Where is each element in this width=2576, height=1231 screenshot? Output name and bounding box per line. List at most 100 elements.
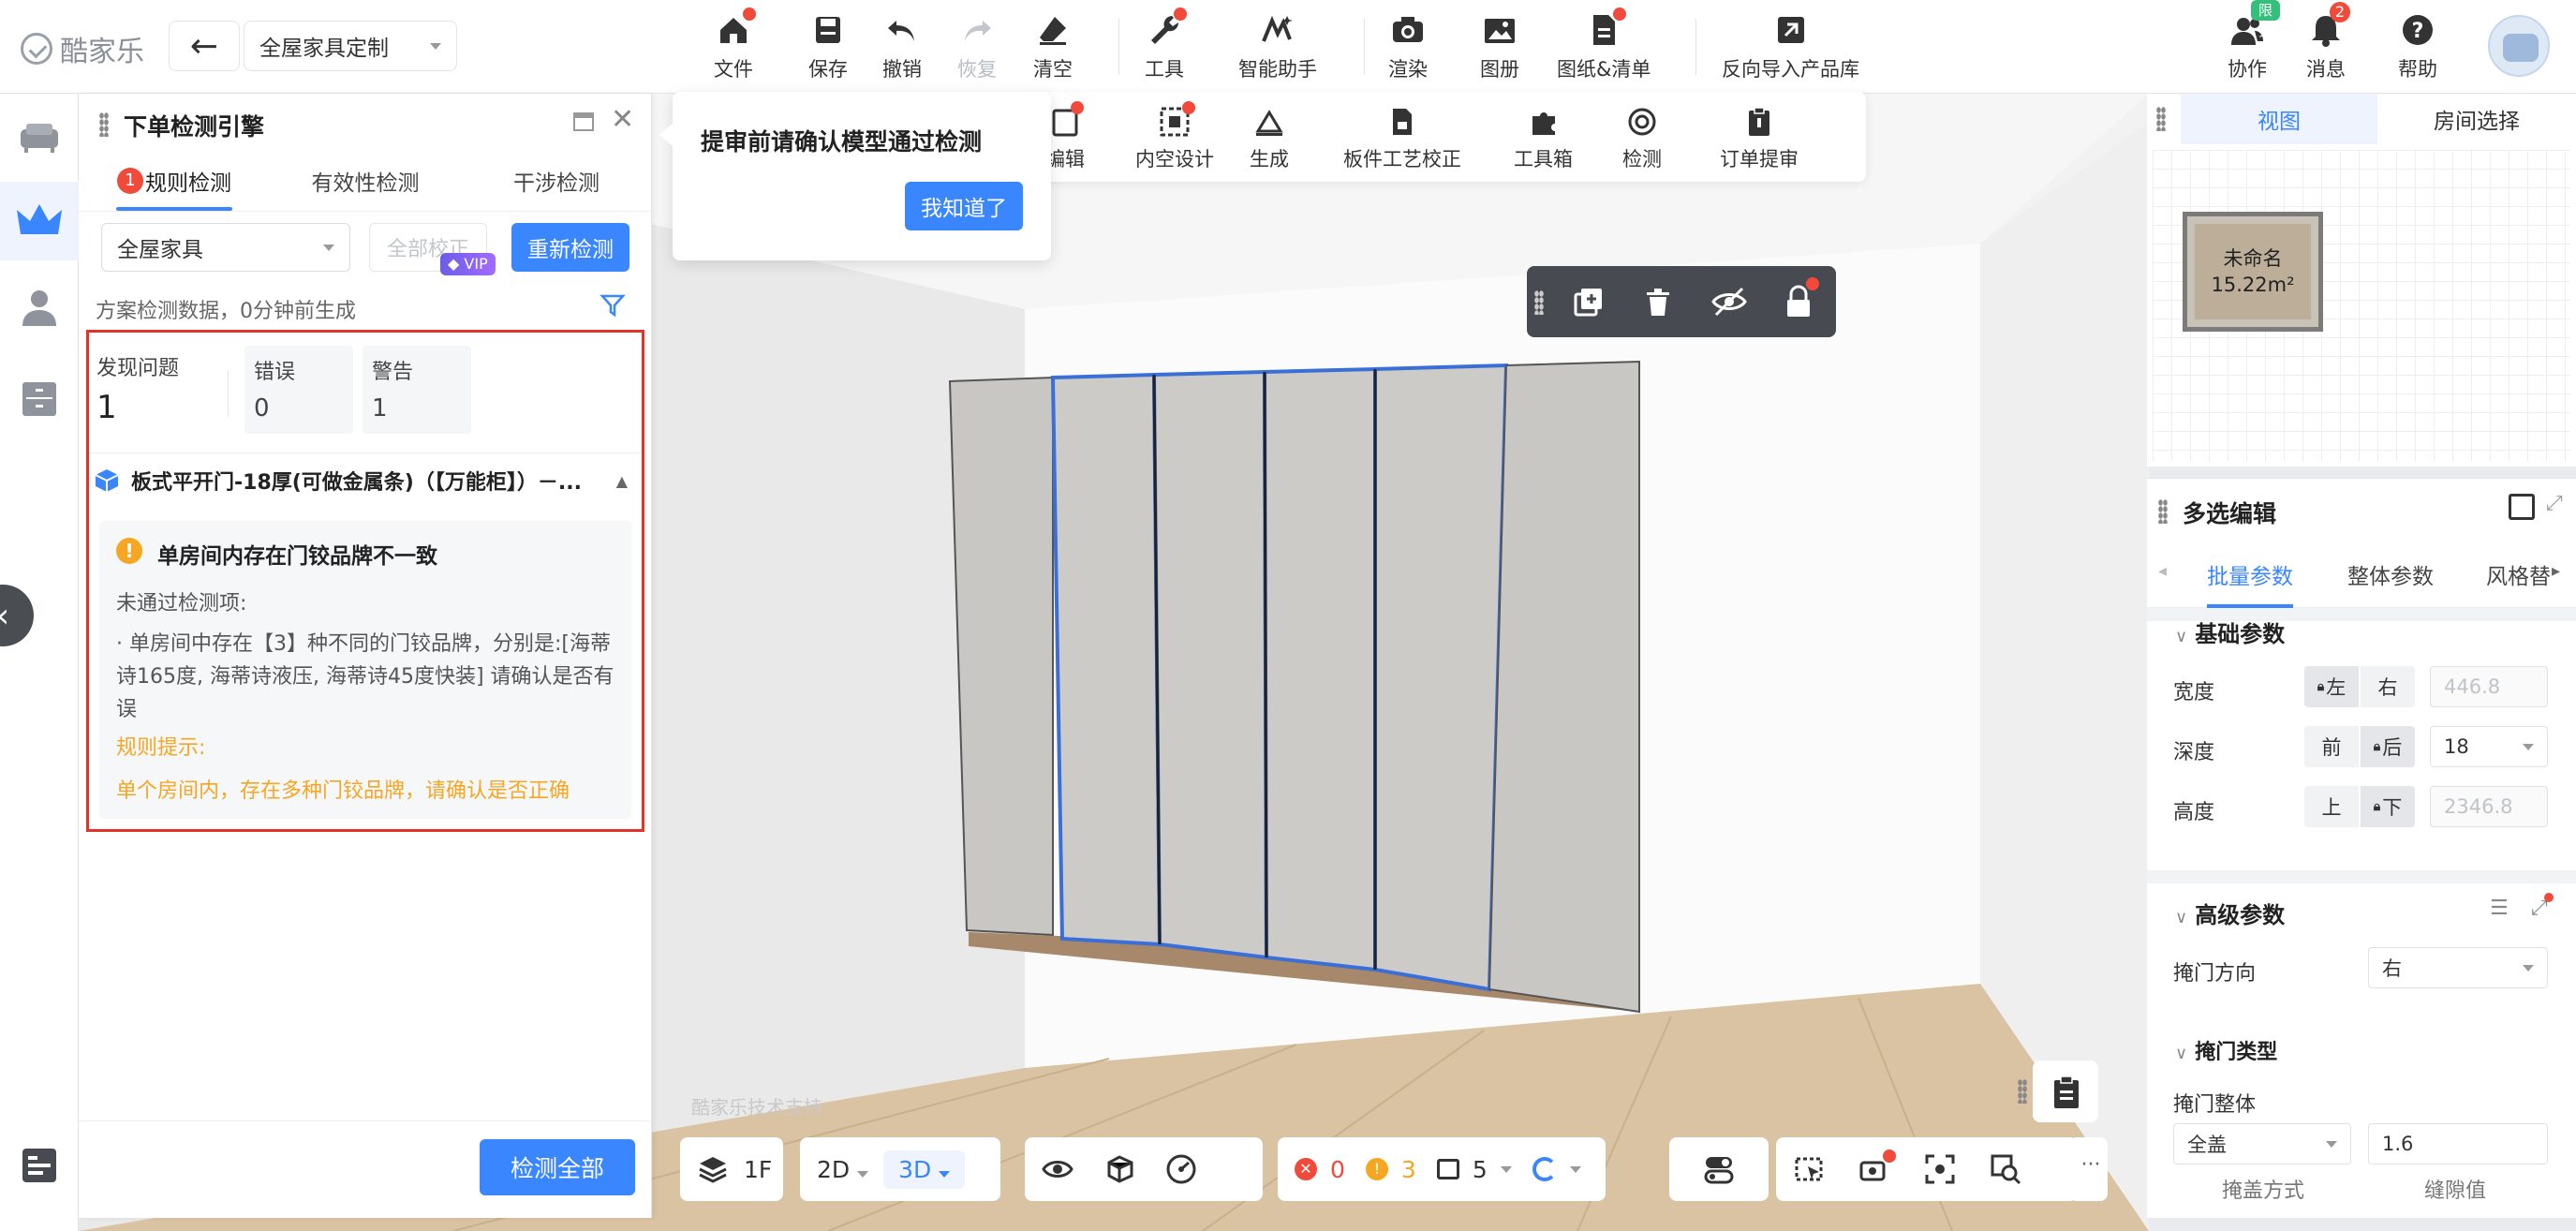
tab-view[interactable]: 视图 — [2181, 94, 2377, 144]
height-anchor-toggle[interactable]: 上 🔒︎ 下 — [2304, 786, 2415, 827]
height-value: 2346.8 — [2444, 795, 2513, 818]
door-direction-select[interactable]: 右 — [2368, 947, 2548, 988]
depth-select[interactable]: 18 — [2430, 726, 2548, 767]
mode-3d-button[interactable]: 3D — [883, 1149, 966, 1189]
app-logo[interactable]: 酷家乐 — [21, 28, 144, 69]
speed-gauge-icon[interactable] — [1165, 1153, 1197, 1185]
back-button[interactable]: ← — [169, 21, 240, 71]
width-right-option[interactable]: 右 — [2361, 666, 2415, 707]
tab-whole-params[interactable]: 整体参数 — [2347, 541, 2434, 608]
undo-button[interactable]: 撤销 — [882, 11, 922, 82]
tab-rule-check[interactable]: 1 规则检测 — [79, 150, 270, 211]
close-icon[interactable]: ✕ — [611, 103, 634, 136]
drag-handle-icon[interactable] — [2018, 1079, 2027, 1104]
file-button[interactable]: 文件 — [714, 7, 756, 82]
detect-button[interactable]: 检测 — [1622, 105, 1662, 172]
user-avatar[interactable] — [2488, 15, 2550, 77]
collaborate-button[interactable]: 限免 协作 — [2228, 0, 2281, 82]
issue-counters[interactable]: ✕ 0 ! 3 5 — [1278, 1137, 1606, 1201]
room-block[interactable]: 未命名 15.22m² — [2183, 212, 2323, 332]
copy-icon[interactable] — [1572, 285, 1606, 322]
depth-back-option[interactable]: 🔒︎ 后 — [2361, 726, 2415, 767]
drag-handle-icon[interactable] — [2158, 499, 2168, 524]
error-stat-card[interactable]: 错误 0 — [244, 346, 353, 434]
trash-icon[interactable] — [1641, 285, 1675, 322]
camera-settings-icon[interactable] — [1858, 1149, 1896, 1185]
rule-issue-badge: 1 — [117, 167, 143, 194]
checked-item-row[interactable]: 板式平开门-18厚(可做金属条)（【万能柜】）－... ▲ — [94, 457, 628, 504]
toggle-settings-button[interactable] — [1669, 1137, 1769, 1201]
cube-view-icon[interactable] — [1103, 1153, 1135, 1185]
save-button[interactable]: 保存 — [808, 11, 848, 82]
home-icon — [715, 7, 756, 49]
got-it-button[interactable]: 我知道了 — [905, 182, 1023, 230]
zoom-in-icon[interactable] — [1990, 1153, 2021, 1185]
tab-batch-params[interactable]: 批量参数 — [2207, 541, 2293, 608]
eye-icon[interactable] — [1042, 1153, 1073, 1185]
height-down-option[interactable]: 🔒︎ 下 — [2361, 786, 2415, 827]
generate-button[interactable]: 生成 — [1250, 105, 1289, 172]
tab-scroll-left-icon[interactable]: ◂ — [2158, 561, 2167, 581]
tools-button[interactable]: 工具 — [1145, 7, 1187, 82]
clear-button[interactable]: 清空 — [1033, 11, 1073, 82]
drawings-list-button[interactable]: 图纸&清单 — [1557, 7, 1651, 82]
warning-stat-card[interactable]: 警告 1 — [363, 346, 471, 434]
cover-mode-select[interactable]: 全盖 — [2173, 1123, 2351, 1164]
redo-button[interactable]: 恢复 — [957, 11, 997, 82]
drag-handle-icon[interactable] — [1534, 290, 1544, 315]
depth-anchor-toggle[interactable]: 前 🔒︎ 后 — [2304, 726, 2415, 767]
drag-handle-icon[interactable] — [2156, 107, 2166, 131]
width-input[interactable]: 446.8 — [2430, 666, 2548, 707]
person-icon[interactable] — [17, 285, 62, 330]
scheme-select[interactable]: 全屋家具定制 — [244, 21, 457, 71]
lock-icon[interactable] — [1782, 277, 1819, 324]
hide-icon[interactable] — [1710, 285, 1748, 322]
toolbox-button[interactable]: 工具箱 — [1514, 105, 1573, 172]
focus-icon[interactable] — [1924, 1153, 1956, 1185]
messages-button[interactable]: 2 消息 — [2306, 2, 2350, 82]
tab-scroll-right-icon[interactable]: ▸ — [2552, 561, 2560, 581]
board-process-button[interactable]: 板件工艺校正 — [1343, 105, 1461, 172]
tab-validity-check[interactable]: 有效性检测 — [270, 150, 461, 211]
gallery-button[interactable]: 图册 — [1480, 11, 1519, 82]
height-input[interactable]: 2346.8 — [2430, 786, 2548, 827]
width-left-option[interactable]: 🔒︎ 左 — [2304, 666, 2359, 707]
tab-style-replace[interactable]: 风格替 — [2486, 541, 2550, 608]
tab-label: 规则检测 — [145, 171, 231, 196]
layout-icon[interactable] — [17, 1143, 62, 1188]
expand-icon[interactable]: ⤢ — [2546, 492, 2563, 515]
inner-space-button[interactable]: 内空设计 — [1135, 101, 1214, 172]
reverse-import-button[interactable]: 反向导入产品库 — [1722, 11, 1859, 82]
mode-2d-button[interactable]: 2D — [817, 1156, 869, 1183]
crown-icon[interactable] — [0, 182, 79, 260]
sofa-icon[interactable] — [17, 114, 62, 159]
drag-handle-icon[interactable] — [99, 112, 109, 137]
clipboard-float-button[interactable] — [2018, 1060, 2098, 1122]
floorplan-minimap[interactable]: 未命名 15.22m² — [2153, 150, 2570, 461]
gap-input[interactable]: 1.6 — [2368, 1123, 2548, 1164]
chevron-down-icon — [430, 42, 441, 50]
floor-switch[interactable]: 1F — [680, 1137, 783, 1201]
depth-front-option[interactable]: 前 — [2304, 726, 2359, 767]
width-anchor-toggle[interactable]: 🔒︎ 左 右 — [2304, 666, 2415, 707]
filter-icon[interactable] — [600, 292, 626, 319]
smart-assistant-button[interactable]: 智能助手 — [1238, 11, 1317, 82]
recheck-button[interactable]: 重新检测 — [511, 223, 629, 272]
help-button[interactable]: ? 帮助 — [2398, 11, 2437, 82]
cabinet-icon[interactable] — [17, 377, 62, 422]
edit-button[interactable]: 编辑 — [1045, 101, 1085, 172]
edit-square-icon[interactable] — [2509, 494, 2535, 520]
scope-select[interactable]: 全屋家具 — [101, 223, 350, 272]
check-all-button[interactable]: 检测全部 — [480, 1139, 635, 1195]
order-submit-button[interactable]: 订单提审 — [1720, 105, 1799, 172]
tab-room-select[interactable]: 房间选择 — [2377, 94, 2576, 144]
notice-dot — [1806, 277, 1819, 290]
render-button[interactable]: 渲染 — [1388, 11, 1428, 82]
frame-select-icon[interactable] — [1793, 1153, 1825, 1185]
height-up-option[interactable]: 上 — [2304, 786, 2359, 827]
more-icon[interactable]: ··· — [2074, 1137, 2108, 1201]
sort-icon[interactable]: ☰ — [2490, 897, 2509, 920]
tab-interference-check[interactable]: 干涉检测 — [461, 150, 652, 211]
minimize-icon[interactable] — [573, 112, 594, 131]
chevron-up-icon[interactable]: ▲ — [616, 472, 628, 490]
